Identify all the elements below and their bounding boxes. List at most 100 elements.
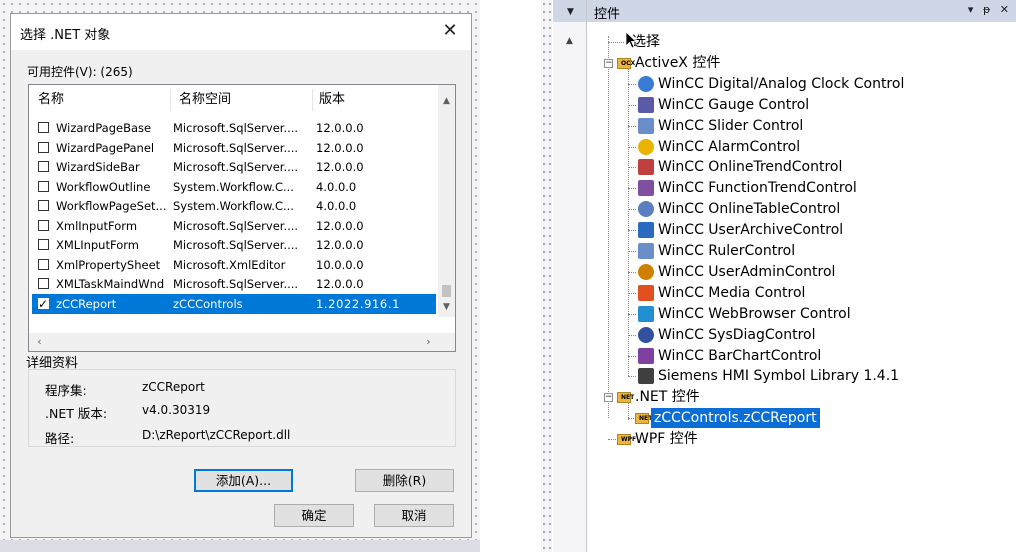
tree-item[interactable]: WinCC OnlineTableControl — [658, 199, 840, 219]
row-checkbox[interactable] — [38, 219, 49, 231]
scroll-down-icon[interactable]: ▼ — [438, 299, 455, 316]
tree-group-net[interactable]: .NET 控件 — [635, 387, 700, 407]
table-row[interactable]: XmlInputForm Microsoft.SqlServer.... 12.0.… — [32, 216, 436, 236]
tree-item[interactable]: WinCC Media Control — [658, 283, 805, 303]
tree-connector — [628, 167, 636, 169]
vertical-scrollbar[interactable]: ▲ ▼ — [438, 85, 455, 317]
column-header-version[interactable]: 版本 — [319, 85, 345, 115]
dropdown-arrow-icon[interactable]: ▼ — [567, 7, 574, 17]
row-name: XmlPropertySheet — [56, 257, 161, 272]
tree-connector — [628, 251, 636, 252]
panel-window-controls[interactable]: ▾ ᵽ ✕ — [968, 3, 1012, 16]
row-namespace: zCCControls — [173, 296, 243, 311]
archive-icon — [638, 222, 654, 239]
add-button[interactable]: 添加(A)... — [194, 469, 293, 492]
scroll-up-icon[interactable]: ▲ — [438, 93, 455, 110]
row-checkbox[interactable] — [38, 258, 49, 270]
path-label: 路径: — [45, 431, 75, 446]
tree-item[interactable]: WinCC BarChartControl — [658, 346, 821, 366]
tree-item-zccreport[interactable]: zCCControls.zCCReport — [651, 408, 820, 429]
column-header-name[interactable]: 名称 — [38, 85, 64, 115]
row-namespace: Microsoft.SqlServer.... — [173, 121, 299, 135]
row-name: XMLTaskMaindWnd — [56, 277, 165, 291]
tree-connector — [628, 146, 636, 148]
net-version-value: v4.0.30319 — [142, 403, 211, 417]
row-checkbox[interactable] — [38, 122, 49, 133]
tree-item[interactable]: WinCC UserAdminControl — [658, 262, 835, 282]
delete-button[interactable]: 删除(R) — [355, 469, 454, 492]
column-divider[interactable] — [170, 89, 171, 111]
table-row[interactable]: ✓ zCCReport zCCControls 1.2022.916.1 — [32, 293, 436, 314]
tree-item[interactable]: WinCC AlarmControl — [658, 137, 800, 157]
row-namespace: Microsoft.SqlServer.... — [173, 277, 299, 291]
controls-panel-header: 控件 ▾ ᵽ ✕ — [587, 0, 1016, 22]
column-divider[interactable] — [312, 89, 313, 111]
row-checkbox[interactable] — [38, 239, 49, 250]
row-name: XmlInputForm — [56, 218, 138, 233]
tree-item[interactable]: WinCC OnlineTrendControl — [658, 157, 842, 177]
dialog-title: 选择 .NET 对象 — [20, 28, 111, 43]
scroll-left-icon[interactable]: ‹ — [31, 333, 48, 351]
ok-button[interactable]: 确定 — [274, 504, 354, 527]
collapse-toggle[interactable]: − — [604, 393, 613, 403]
row-checkbox[interactable] — [38, 180, 49, 192]
row-version: 10.0.0.0 — [316, 257, 364, 272]
scroll-right-icon[interactable]: › — [420, 333, 437, 351]
sysdiag-icon — [638, 326, 654, 343]
row-name: WizardPageBase — [56, 121, 152, 135]
barchart-icon — [638, 347, 654, 364]
tree-item[interactable]: WinCC Gauge Control — [658, 95, 809, 115]
row-checkbox[interactable] — [38, 278, 49, 289]
table-row[interactable]: WorkflowPageSet... System.Workflow.C... 4.… — [32, 196, 436, 216]
tree-item[interactable]: Siemens HMI Symbol Library 1.4.1 — [658, 366, 899, 386]
tree-group-wpf[interactable]: WPF 控件 — [635, 429, 698, 449]
tree-item[interactable]: WinCC Digital/Analog Clock Control — [658, 74, 904, 94]
table-row[interactable]: WizardSideBar Microsoft.SqlServer.... 12.0… — [32, 157, 436, 177]
scrollbar-thumb[interactable] — [442, 285, 451, 297]
controls-list[interactable]: 名称 名称空间 版本 WizardPageBase Microsoft.SqlSe… — [28, 84, 456, 352]
tree-connector — [628, 188, 636, 190]
tree-item[interactable]: WinCC UserArchiveControl — [658, 220, 843, 240]
row-version: 12.0.0.0 — [316, 238, 364, 252]
tree-group-activex[interactable]: ActiveX 控件 — [635, 53, 720, 73]
row-checkbox[interactable]: ✓ — [38, 297, 49, 311]
tree-connector — [628, 230, 636, 232]
tree-item[interactable]: WinCC Slider Control — [658, 116, 803, 136]
slider-icon — [638, 117, 654, 134]
column-header-namespace[interactable]: 名称空间 — [179, 85, 231, 115]
table-row[interactable]: XMLInputForm Microsoft.SqlServer.... 12.0.… — [32, 235, 436, 255]
tree-connector — [608, 439, 616, 441]
row-name: WizardSideBar — [56, 160, 140, 174]
row-version: 12.0.0.0 — [316, 277, 364, 291]
tree-item[interactable]: WinCC FunctionTrendControl — [658, 178, 857, 198]
folder-icon: NET — [617, 392, 634, 404]
tree-item[interactable]: WinCC SysDiagControl — [658, 325, 816, 345]
tree-connector — [628, 313, 636, 315]
folder-badge: WPF — [621, 436, 637, 444]
row-namespace: Microsoft.SqlServer.... — [173, 238, 299, 252]
table-row[interactable]: WizardPageBase Microsoft.SqlServer.... 12.… — [32, 118, 436, 138]
table-row[interactable]: XmlPropertySheet Microsoft.XmlEditor 10.0.… — [32, 255, 436, 275]
row-name: WorkflowOutline — [56, 179, 151, 194]
row-checkbox[interactable] — [38, 141, 49, 153]
collapse-toggle[interactable]: − — [604, 58, 613, 68]
net-control-icon: NET — [635, 413, 652, 425]
controls-tree: 选择 − OCX ActiveX 控件 WinCC Digital/Analog Clo… — [587, 22, 1016, 552]
tree-connector — [628, 104, 636, 106]
row-checkbox[interactable] — [38, 200, 49, 211]
row-checkbox[interactable] — [38, 161, 49, 172]
table-row[interactable]: WorkflowOutline System.Workflow.C... 4.0.0… — [32, 177, 436, 197]
row-version: 12.0.0.0 — [316, 121, 364, 135]
close-icon[interactable]: ✕ — [439, 20, 461, 42]
row-version: 1.2022.916.1 — [316, 296, 401, 311]
tree-item[interactable]: WinCC RulerControl — [658, 241, 795, 261]
horizontal-scrollbar[interactable]: ‹ › — [29, 333, 455, 351]
scroll-up-icon[interactable]: ▲ — [563, 36, 576, 49]
row-namespace: System.Workflow.C... — [173, 199, 294, 213]
table-row[interactable]: WizardPagePanel Microsoft.SqlServer.... 12… — [32, 138, 436, 158]
globe-icon — [638, 305, 654, 322]
table-row[interactable]: XMLTaskMaindWnd Microsoft.SqlServer.... 12… — [32, 274, 436, 294]
cancel-button[interactable]: 取消 — [374, 504, 454, 527]
row-name: WizardPagePanel — [56, 140, 155, 155]
tree-item[interactable]: WinCC WebBrowser Control — [658, 304, 851, 324]
